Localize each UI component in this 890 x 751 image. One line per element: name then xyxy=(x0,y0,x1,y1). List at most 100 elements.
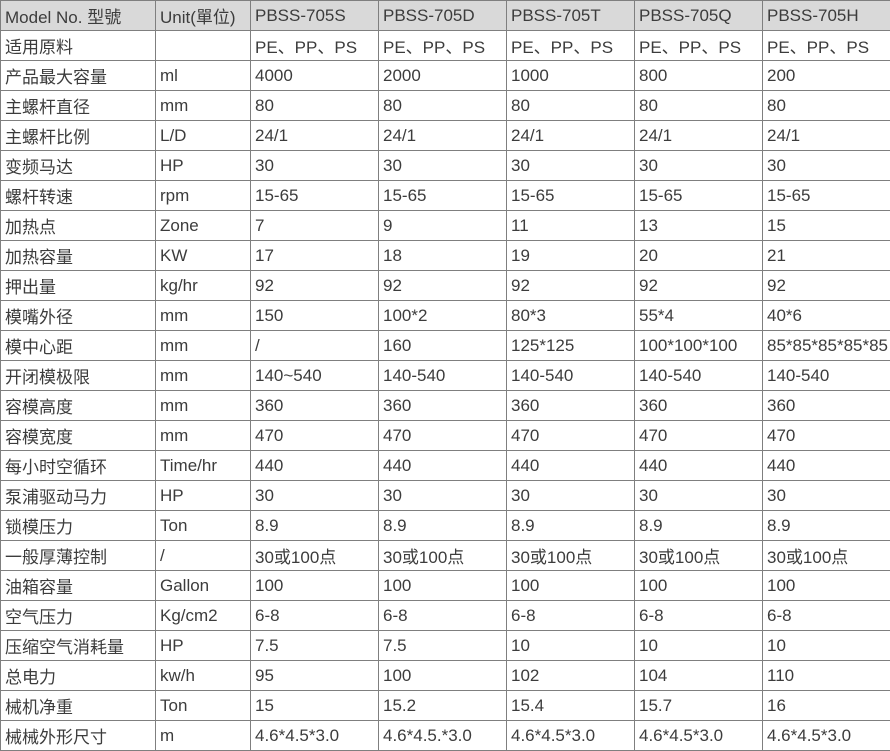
row-label: 主螺杆直径 xyxy=(1,91,156,121)
row-label: 械械外形尺寸 xyxy=(1,721,156,751)
table-row: 产品最大容量ml400020001000800200 xyxy=(1,61,890,91)
data-cell: 160 xyxy=(379,331,507,361)
data-cell: 140-540 xyxy=(379,361,507,391)
data-cell: 30或100点 xyxy=(251,541,379,571)
data-cell: 24/1 xyxy=(507,121,635,151)
data-cell: 6-8 xyxy=(507,601,635,631)
data-cell: 6-8 xyxy=(635,601,763,631)
header-cell: PBSS-705Q xyxy=(635,1,763,31)
data-cell: 30 xyxy=(635,481,763,511)
data-cell: 6-8 xyxy=(379,601,507,631)
data-cell: 440 xyxy=(763,451,890,481)
table-row: 泵浦驱动马力HP3030303030 xyxy=(1,481,890,511)
data-cell: 360 xyxy=(507,391,635,421)
row-label: 油箱容量 xyxy=(1,571,156,601)
data-cell: 30或100点 xyxy=(763,541,890,571)
data-cell: 470 xyxy=(507,421,635,451)
row-label: 变频马达 xyxy=(1,151,156,181)
header-cell: PBSS-705S xyxy=(251,1,379,31)
data-cell: 15 xyxy=(251,691,379,721)
row-label: 开闭模极限 xyxy=(1,361,156,391)
data-cell: 92 xyxy=(507,271,635,301)
data-cell: 440 xyxy=(379,451,507,481)
table-row: 械械外形尺寸m4.6*4.5*3.04.6*4.5.*3.04.6*4.5*3.… xyxy=(1,721,890,751)
data-cell: 7.5 xyxy=(251,631,379,661)
data-cell: 16 xyxy=(763,691,890,721)
data-cell: 4.6*4.5.*3.0 xyxy=(379,721,507,751)
row-unit: kw/h xyxy=(156,661,251,691)
data-cell: 15.7 xyxy=(635,691,763,721)
table-row: 加热容量KW1718192021 xyxy=(1,241,890,271)
data-cell: 15 xyxy=(763,211,890,241)
data-cell: 40*6 xyxy=(763,301,890,331)
table-row: 开闭模极限mm140~540140-540140-540140-540140-5… xyxy=(1,361,890,391)
table-row: 总电力kw/h95100102104110 xyxy=(1,661,890,691)
data-cell: 30 xyxy=(635,151,763,181)
data-cell: 470 xyxy=(635,421,763,451)
table-row: 空气压力Kg/cm26-86-86-86-86-8 xyxy=(1,601,890,631)
data-cell: 100*100*100 xyxy=(635,331,763,361)
data-cell: 15-65 xyxy=(379,181,507,211)
data-cell: 55*4 xyxy=(635,301,763,331)
row-label: 锁模压力 xyxy=(1,511,156,541)
table-row: 押出量kg/hr9292929292 xyxy=(1,271,890,301)
data-cell: 15-65 xyxy=(251,181,379,211)
data-cell: PE、PP、PS xyxy=(763,31,890,61)
data-cell: 9 xyxy=(379,211,507,241)
row-unit: HP xyxy=(156,481,251,511)
spec-table: Model No. 型號Unit(單位)PBSS-705SPBSS-705DPB… xyxy=(0,0,890,751)
data-cell: 80 xyxy=(251,91,379,121)
data-cell: 92 xyxy=(379,271,507,301)
row-label: 一般厚薄控制 xyxy=(1,541,156,571)
data-cell: 8.9 xyxy=(251,511,379,541)
data-cell: 4.6*4.5*3.0 xyxy=(763,721,890,751)
row-label: 每小时空循环 xyxy=(1,451,156,481)
header-cell: Model No. 型號 xyxy=(1,1,156,31)
data-cell: 24/1 xyxy=(251,121,379,151)
data-cell: 92 xyxy=(635,271,763,301)
table-row: 械机净重Ton1515.215.415.716 xyxy=(1,691,890,721)
header-cell: PBSS-705H xyxy=(763,1,890,31)
data-cell: 100 xyxy=(379,661,507,691)
table-row: 变频马达HP3030303030 xyxy=(1,151,890,181)
table-row: 主螺杆直径mm8080808080 xyxy=(1,91,890,121)
data-cell: 30或100点 xyxy=(379,541,507,571)
data-cell: 30 xyxy=(379,481,507,511)
data-cell: 30 xyxy=(379,151,507,181)
row-unit: L/D xyxy=(156,121,251,151)
table-row: 适用原料PE、PP、PSPE、PP、PSPE、PP、PSPE、PP、PSPE、P… xyxy=(1,31,890,61)
data-cell: 15-65 xyxy=(763,181,890,211)
data-cell: 18 xyxy=(379,241,507,271)
table-row: 主螺杆比例L/D24/124/124/124/124/1 xyxy=(1,121,890,151)
row-unit: Zone xyxy=(156,211,251,241)
data-cell: 360 xyxy=(251,391,379,421)
data-cell: 470 xyxy=(763,421,890,451)
header-cell: PBSS-705T xyxy=(507,1,635,31)
data-cell: 80 xyxy=(763,91,890,121)
row-label: 总电力 xyxy=(1,661,156,691)
row-unit: Time/hr xyxy=(156,451,251,481)
data-cell: 1000 xyxy=(507,61,635,91)
data-cell: 21 xyxy=(763,241,890,271)
table-row: 油箱容量Gallon100100100100100 xyxy=(1,571,890,601)
table-row: 压缩空气消耗量HP7.57.5101010 xyxy=(1,631,890,661)
data-cell: 100*2 xyxy=(379,301,507,331)
row-unit: Kg/cm2 xyxy=(156,601,251,631)
row-label: 压缩空气消耗量 xyxy=(1,631,156,661)
row-label: 加热点 xyxy=(1,211,156,241)
data-cell: 8.9 xyxy=(763,511,890,541)
data-cell: 150 xyxy=(251,301,379,331)
data-cell: 15-65 xyxy=(507,181,635,211)
data-cell: 80 xyxy=(379,91,507,121)
header-cell: Unit(單位) xyxy=(156,1,251,31)
row-unit: ml xyxy=(156,61,251,91)
row-label: 螺杆转速 xyxy=(1,181,156,211)
data-cell: 95 xyxy=(251,661,379,691)
data-cell: 200 xyxy=(763,61,890,91)
row-label: 押出量 xyxy=(1,271,156,301)
row-unit: HP xyxy=(156,151,251,181)
row-label: 模中心距 xyxy=(1,331,156,361)
table-row: 每小时空循环Time/hr440440440440440 xyxy=(1,451,890,481)
row-unit: Ton xyxy=(156,511,251,541)
data-cell: 140-540 xyxy=(763,361,890,391)
